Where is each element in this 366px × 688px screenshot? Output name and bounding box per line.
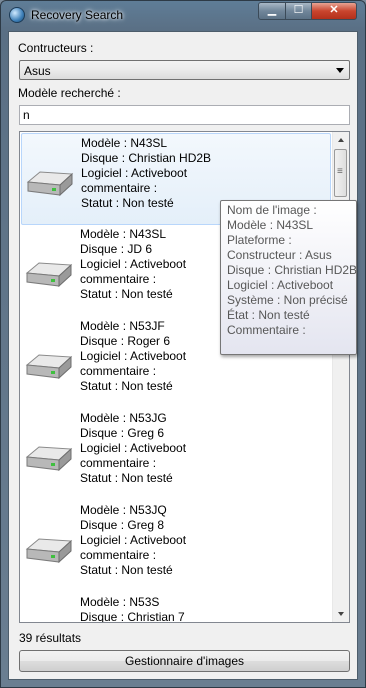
item-comment: commentaire :	[80, 364, 157, 378]
maximize-button[interactable]: ☐	[285, 2, 312, 20]
item-model: Modèle : N43SL	[80, 227, 167, 241]
minimize-button[interactable]: ▁	[258, 2, 286, 20]
modele-search-field[interactable]	[19, 105, 350, 125]
item-comment: commentaire :	[81, 181, 158, 195]
item-status: Statut : Non testé	[81, 196, 174, 210]
item-disk: Disque : Greg 6	[80, 426, 165, 440]
list-item[interactable]: Modèle : N53S Disque : Christian 7	[21, 593, 331, 623]
tooltip-system: Système : Non précisé	[227, 293, 348, 307]
item-comment: commentaire :	[80, 456, 157, 470]
constructeurs-selected: Asus	[24, 64, 51, 78]
hard-disk-icon	[26, 171, 74, 197]
list-item[interactable]: Modèle : N53JG Disque : Greg 6 Logiciel …	[21, 409, 331, 501]
tooltip-model: Modèle : N43SL	[227, 218, 314, 232]
image-details-tooltip: Nom de l'image : Modèle : N43SL Platefor…	[220, 200, 357, 355]
modele-label: Modèle recherché :	[18, 86, 121, 100]
item-model: Modèle : N43SL	[81, 136, 168, 150]
modele-search-input[interactable]	[23, 107, 333, 123]
item-status: Statut : Non testé	[80, 471, 173, 485]
item-software: Logiciel : Activeboot	[80, 441, 187, 455]
hard-disk-icon	[25, 354, 73, 380]
globe-icon	[9, 7, 25, 23]
tooltip-disk: Disque : Christian HD2B	[227, 263, 358, 277]
hard-disk-icon	[25, 538, 73, 564]
tooltip-constructor: Constructeur : Asus	[227, 248, 332, 262]
item-status: Statut : Non testé	[80, 379, 173, 393]
tooltip-state: État : Non testé	[227, 308, 310, 322]
item-disk: Disque : Roger 6	[80, 334, 171, 348]
tooltip-platform: Plateforme :	[227, 233, 292, 247]
item-comment: commentaire :	[80, 272, 157, 286]
item-status: Statut : Non testé	[80, 287, 173, 301]
item-disk: Disque : Greg 8	[80, 518, 165, 532]
list-item[interactable]: Modèle : N53JQ Disque : Greg 8 Logiciel …	[21, 501, 331, 593]
item-model: Modèle : N53JG	[80, 411, 167, 425]
constructeurs-dropdown[interactable]: Asus	[19, 60, 350, 80]
tooltip-image-name: Nom de l'image :	[227, 203, 317, 217]
item-software: Logiciel : Activeboot	[80, 349, 187, 363]
gestionnaire-images-button[interactable]: Gestionnaire d'images	[19, 650, 350, 672]
item-software: Logiciel : Activeboot	[80, 257, 187, 271]
item-disk: Disque : Christian 7	[80, 610, 185, 623]
results-count: 39 résultats	[19, 631, 82, 645]
item-disk: Disque : JD 6	[80, 242, 153, 256]
client-area: Contructeurs : Asus Modèle recherché : M…	[8, 31, 358, 680]
close-button[interactable]: ✕	[311, 2, 357, 20]
constructeurs-label: Contructeurs :	[18, 41, 94, 55]
hard-disk-icon	[25, 262, 73, 288]
item-comment: commentaire :	[80, 548, 157, 562]
scroll-up-icon[interactable]	[333, 132, 349, 149]
scroll-down-icon[interactable]	[333, 605, 349, 622]
window-title: Recovery Search	[31, 8, 124, 22]
item-model: Modèle : N53JQ	[80, 503, 167, 517]
tooltip-software: Logiciel : Activeboot	[227, 278, 334, 292]
chevron-down-icon	[336, 68, 344, 73]
hard-disk-icon	[25, 446, 73, 472]
scroll-thumb[interactable]	[334, 149, 347, 197]
item-model: Modèle : N53S	[80, 595, 160, 609]
app-window: Recovery Search ▁ ☐ ✕ Contructeurs : Asu…	[0, 0, 366, 688]
item-software: Logiciel : Activeboot	[81, 166, 188, 180]
item-status: Statut : Non testé	[80, 563, 173, 577]
title-bar[interactable]: Recovery Search ▁ ☐ ✕	[1, 1, 365, 31]
tooltip-comment: Commentaire :	[227, 323, 306, 337]
item-disk: Disque : Christian HD2B	[81, 151, 212, 165]
item-software: Logiciel : Activeboot	[80, 533, 187, 547]
item-model: Modèle : N53JF	[80, 319, 165, 333]
